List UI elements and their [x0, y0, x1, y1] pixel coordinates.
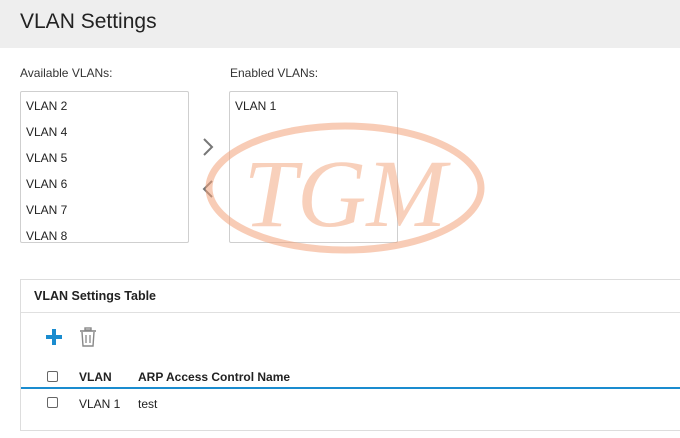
table-header-row: VLAN ARP Access Control Name [21, 365, 680, 389]
list-item[interactable]: VLAN 5 [21, 145, 188, 171]
panel-title-bar: VLAN Settings Table [21, 280, 680, 313]
list-item[interactable]: VLAN 8 [21, 223, 188, 242]
column-header-vlan[interactable]: VLAN [79, 370, 112, 384]
list-item[interactable]: VLAN 6 [21, 171, 188, 197]
available-vlans-list[interactable]: VLAN 2 VLAN 4 VLAN 5 VLAN 6 VLAN 7 VLAN … [20, 91, 189, 243]
cell-arp-name: test [138, 397, 158, 411]
panel-title: VLAN Settings Table [34, 289, 157, 303]
cell-vlan: VLAN 1 [79, 397, 121, 411]
trash-icon [80, 327, 96, 347]
list-item[interactable]: VLAN 7 [21, 197, 188, 223]
delete-button[interactable] [79, 327, 97, 347]
list-item[interactable]: VLAN 1 [230, 93, 397, 119]
add-button[interactable] [45, 328, 63, 346]
list-item[interactable]: VLAN 4 [21, 119, 188, 145]
row-checkbox[interactable] [47, 397, 58, 408]
page-title: VLAN Settings [20, 10, 157, 33]
move-left-button[interactable] [198, 178, 218, 200]
plus-icon [46, 329, 62, 345]
vlan-settings-table-panel: VLAN Settings Table VLAN ARP Access Cont… [20, 279, 680, 431]
chevron-left-icon [202, 180, 213, 198]
select-all-checkbox[interactable] [47, 371, 58, 382]
list-item[interactable]: VLAN 2 [21, 93, 188, 119]
enabled-vlans-label: Enabled VLANs: [230, 66, 319, 80]
available-vlans-label: Available VLANs: [20, 66, 113, 80]
move-right-button[interactable] [198, 136, 218, 158]
page-header: VLAN Settings [0, 0, 680, 48]
table-row[interactable]: VLAN 1 test [21, 392, 680, 418]
chevron-right-icon [203, 138, 214, 156]
enabled-vlans-list[interactable]: VLAN 1 [229, 91, 398, 243]
column-header-arp-name[interactable]: ARP Access Control Name [138, 370, 290, 384]
